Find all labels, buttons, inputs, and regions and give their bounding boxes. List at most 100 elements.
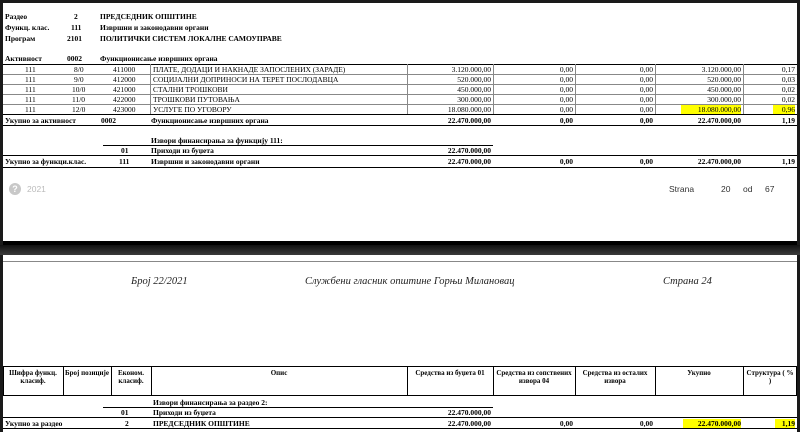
- col-divider: [493, 366, 494, 395]
- row-total: 300.000,00: [707, 95, 741, 104]
- row-budget: 520.000,00: [457, 75, 491, 84]
- func-total-own: 0,00: [559, 157, 573, 166]
- gazette-page: Страна 24: [663, 276, 712, 287]
- row-total: 520.000,00: [707, 75, 741, 84]
- row-total: 450.000,00: [707, 85, 741, 94]
- func-total-label: Укупно за функци.клас.: [5, 157, 87, 166]
- row-other: 0,00: [639, 75, 653, 84]
- row-structure-highlighted: 0,96: [773, 105, 795, 114]
- row-func: 111: [25, 95, 36, 104]
- row-position: 8/0: [74, 65, 84, 74]
- activity-total-structure: 1,19: [781, 116, 795, 125]
- header-code-function: 111: [71, 23, 82, 32]
- column-header-own-sources: Средства из сопствених извора 04: [496, 369, 572, 385]
- col-divider: [655, 366, 656, 395]
- col-divider: [3, 366, 4, 395]
- row-budget: 3.120.000,00: [451, 65, 491, 74]
- row-total-highlighted: 18.080.000,00: [681, 105, 741, 114]
- row-other: 0,00: [639, 65, 653, 74]
- section-total-name: ПРЕДСЕДНИК ОПШТИНЕ: [153, 419, 250, 428]
- footer-od-label: od: [743, 184, 753, 194]
- func-total-structure: 1,19: [781, 157, 795, 166]
- activity-code: 0002: [67, 54, 82, 63]
- footer-year: 2021: [27, 184, 46, 194]
- row-budget: 18.080.000,00: [447, 105, 491, 114]
- row-divider: [3, 155, 797, 156]
- row-divider: [3, 167, 797, 168]
- activity-total-other: 0,00: [639, 116, 653, 125]
- row-econ: 423000: [113, 105, 136, 114]
- row-position: 11/0: [72, 95, 86, 104]
- row-econ: 411000: [113, 65, 136, 74]
- col-divider: [407, 366, 408, 395]
- row-other: 0,00: [639, 85, 653, 94]
- section-total-code: 2: [125, 419, 129, 428]
- column-header-position: Број позиције: [65, 369, 109, 377]
- column-header-total: Укупно: [687, 369, 711, 377]
- column-header-econ: Економ. класиф.: [117, 369, 145, 385]
- activity-total-code: 0002: [101, 116, 116, 125]
- func-total-other: 0,00: [639, 157, 653, 166]
- column-header-structure: Структура ( % ): [746, 369, 794, 385]
- header-label-function: Функц. клас.: [5, 23, 50, 32]
- source-name: Приходи из буџета: [151, 146, 214, 155]
- header-label-section: Раздео: [5, 12, 28, 21]
- row-budget: 450.000,00: [457, 85, 491, 94]
- row-budget: 300.000,00: [457, 95, 491, 104]
- budget-page-bottom: Број 22/2021 Службени гласник општине Го…: [3, 255, 797, 432]
- row-other: 0,00: [639, 105, 653, 114]
- row-own: 0,00: [559, 105, 573, 114]
- row-func: 111: [25, 65, 36, 74]
- row-econ: 412000: [113, 75, 136, 84]
- row-description: ТРОШКОВИ ПУТОВАЊА: [153, 95, 240, 104]
- header-label-program: Програм: [5, 34, 36, 43]
- activity-total-own: 0,00: [559, 116, 573, 125]
- footer-page-number: 20: [721, 184, 731, 194]
- row-description: УСЛУГЕ ПО УГОВОРУ: [153, 105, 232, 114]
- func-total-name: Извршни и законодавни органи: [151, 157, 260, 166]
- func-total-code: 111: [119, 157, 130, 166]
- row-divider: [3, 417, 797, 418]
- page-separator: [0, 245, 800, 255]
- budget-page-top: Раздео 2 ПРЕДСЕДНИК ОПШТИНЕ Функц. клас.…: [3, 3, 797, 245]
- row-own: 0,00: [559, 85, 573, 94]
- row-position: 9/0: [74, 75, 84, 84]
- row-structure: 0,02: [781, 85, 795, 94]
- section-total-budget: 22.470.000,00: [447, 419, 491, 428]
- help-icon: ?: [9, 183, 21, 195]
- header-name-program: ПОЛИТИЧКИ СИСТЕМ ЛОКАЛНЕ САМОУПРАВЕ: [100, 34, 282, 43]
- func-total-total: 22.470.000,00: [697, 157, 741, 166]
- row-func: 111: [25, 85, 36, 94]
- col-divider: [151, 366, 152, 395]
- footer-strana-label: Strana: [669, 184, 695, 194]
- row-own: 0,00: [559, 65, 573, 74]
- column-header-other-sources: Средства из осталих извора: [582, 369, 648, 385]
- col-divider: [796, 366, 797, 395]
- activity-label: Активност: [5, 54, 42, 63]
- section-total-label: Укупно за раздео: [5, 419, 63, 428]
- activity-total-label: Укупно за активност: [5, 116, 76, 125]
- header-code-program: 2101: [67, 34, 82, 43]
- row-structure: 0,03: [781, 75, 795, 84]
- header-code-section: 2: [74, 12, 78, 21]
- page-top-rule: [3, 261, 797, 262]
- source-code: 01: [121, 408, 129, 417]
- col-divider: [111, 366, 112, 395]
- row-divider: [3, 125, 797, 126]
- row-econ: 422000: [113, 95, 136, 104]
- row-econ: 421000: [113, 85, 136, 94]
- func-total-budget: 22.470.000,00: [447, 157, 491, 166]
- row-description: СОЦИЈАЛНИ ДОПРИНОСИ НА ТЕРЕТ ПОСЛОДАВЦА: [153, 75, 339, 84]
- row-divider: [3, 428, 797, 429]
- activity-total-total: 22.470.000,00: [697, 116, 741, 125]
- row-total: 3.120.000,00: [701, 65, 741, 74]
- section-total-total-highlighted: 22.470.000,00: [683, 419, 741, 428]
- row-description: ПЛАТЕ, ДОДАЦИ И НАКНАДЕ ЗАПОСЛЕНИХ (ЗАРА…: [153, 65, 346, 74]
- col-divider: [63, 366, 64, 395]
- source-name: Приходи из буџета: [153, 408, 216, 417]
- row-own: 0,00: [559, 75, 573, 84]
- column-header-function: Шифра функц. класиф.: [9, 369, 57, 385]
- table-header-bottom: [3, 395, 797, 396]
- footer-page-count: 67: [765, 184, 775, 194]
- source-code: 01: [121, 146, 129, 155]
